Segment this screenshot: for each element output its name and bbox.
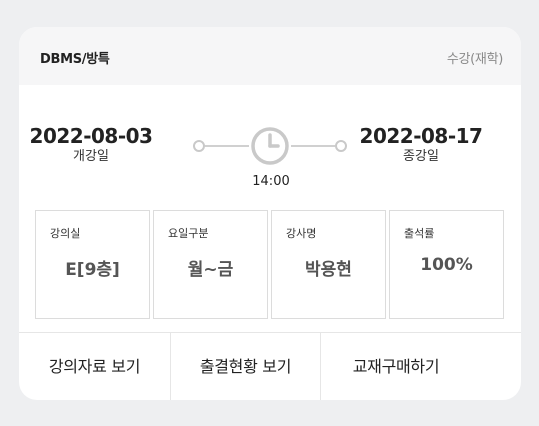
course-status: 수강(재학) (446, 52, 503, 67)
timeline-end-dot (335, 140, 347, 152)
end-date: 2022-08-17 (359, 124, 483, 148)
info-value: 월~금 (187, 260, 234, 280)
end-date-block: 2022-08-17 종강일 (356, 124, 486, 165)
start-date: 2022-08-03 (29, 124, 153, 148)
info-label: 요일구분 (168, 227, 209, 240)
view-attendance-button[interactable]: 출결현황 보기 (171, 333, 320, 400)
start-date-block: 2022-08-03 개강일 (26, 124, 156, 165)
info-value: 박용현 (305, 260, 352, 280)
info-box-instructor: 강사명 박용현 (271, 210, 386, 319)
timeline-start-dot (193, 140, 205, 152)
timeline-line-left (205, 145, 249, 147)
schedule-timeline (191, 125, 347, 165)
info-label: 출석률 (404, 227, 435, 240)
info-label: 강사명 (286, 227, 317, 240)
info-box-attendance: 출석률 100% (389, 210, 504, 319)
class-time: 14:00 (252, 174, 290, 189)
start-date-label: 개강일 (73, 149, 109, 164)
info-value: E[9층] (65, 260, 120, 280)
info-box-classroom: 강의실 E[9층] (35, 210, 150, 319)
info-label: 강의실 (50, 227, 81, 240)
timeline-line-right (291, 145, 335, 147)
info-value: 100% (420, 255, 473, 275)
card-header: DBMS/방특 수강(재학) (19, 27, 521, 85)
view-materials-button[interactable]: 강의자료 보기 (19, 333, 170, 400)
course-title: DBMS/방특 (40, 52, 110, 67)
course-card: DBMS/방특 수강(재학) 2022-08-03 개강일 14:00 2022… (19, 27, 521, 400)
end-date-label: 종강일 (403, 149, 439, 164)
info-box-days: 요일구분 월~금 (153, 210, 268, 319)
clock-icon (251, 127, 289, 165)
buy-textbook-button[interactable]: 교재구매하기 (321, 333, 471, 400)
